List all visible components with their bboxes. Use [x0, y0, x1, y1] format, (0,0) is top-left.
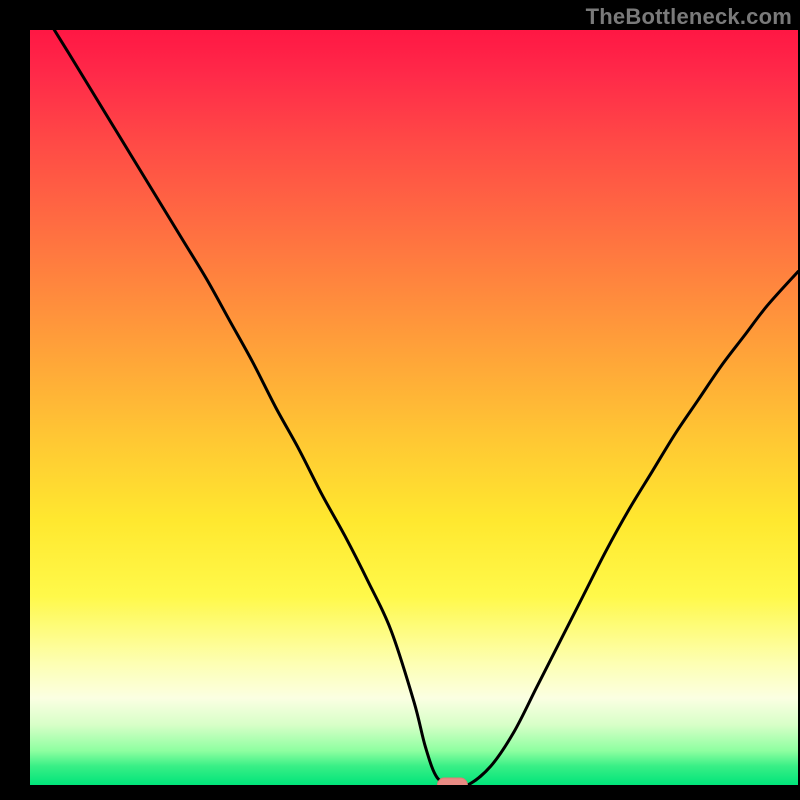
chart-frame: { "attribution": "TheBottleneck.com", "c…	[0, 0, 800, 800]
attribution-label: TheBottleneck.com	[586, 4, 792, 30]
plot-area	[30, 30, 798, 785]
bottleneck-chart	[0, 0, 800, 800]
